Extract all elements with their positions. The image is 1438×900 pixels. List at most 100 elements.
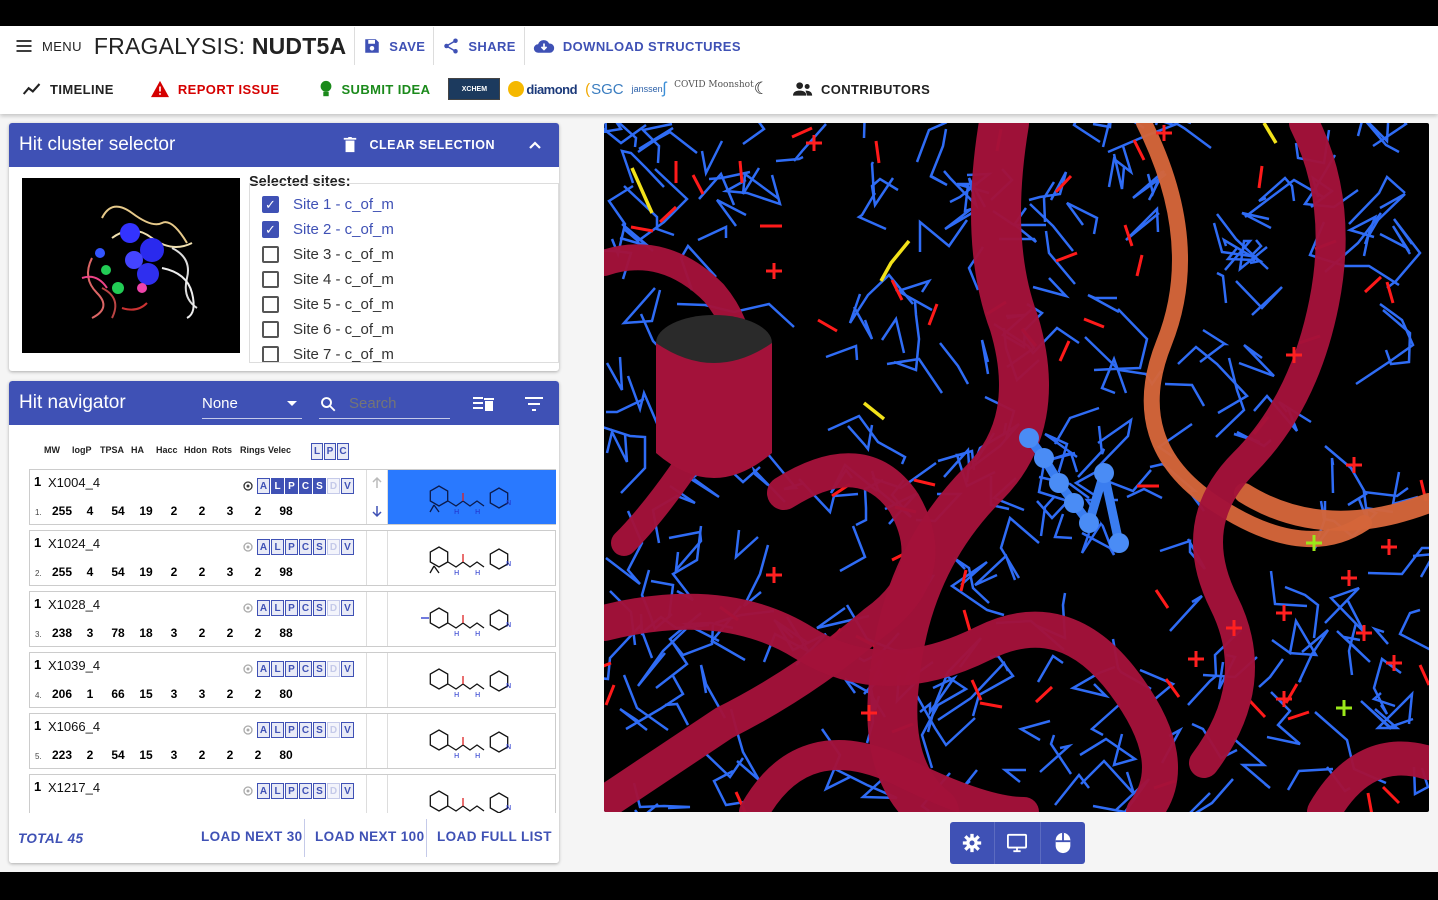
hit-toggle-l[interactable]: L <box>271 539 284 555</box>
arrow-down-icon[interactable] <box>367 504 387 518</box>
viewer-settings-button[interactable] <box>950 822 996 864</box>
hit-toggle-a[interactable]: A <box>257 478 270 494</box>
hit-structure-image[interactable]: H H N <box>388 470 556 524</box>
contributors-button[interactable]: CONTRIBUTORS <box>785 71 938 107</box>
menu-button[interactable]: MENU <box>6 28 90 64</box>
hit-toggle-p[interactable]: P <box>285 783 298 799</box>
site-row[interactable]: Site 4 - c_of_m <box>250 267 558 292</box>
hit-toggle-p[interactable]: P <box>285 600 298 616</box>
site-checkbox[interactable] <box>262 321 279 338</box>
target-icon[interactable] <box>242 663 254 675</box>
hit-toggle-a[interactable]: A <box>257 600 270 616</box>
hit-toggle-c[interactable]: C <box>299 539 312 555</box>
column-header[interactable]: Hdon <box>184 445 207 455</box>
hit-structure-image[interactable]: H H N <box>388 714 556 768</box>
hit-toggle-v[interactable]: V <box>341 600 354 616</box>
target-icon[interactable] <box>242 602 254 614</box>
hit-row[interactable]: 1 X1004_4 1. 255 4 54 19 2 2 3 2 98 A L P C S D V H H N <box>29 469 556 525</box>
hit-toggle-s[interactable]: S <box>313 539 326 555</box>
search-input[interactable] <box>349 395 444 412</box>
hit-toggle-s[interactable]: S <box>313 783 326 799</box>
hit-structure-image[interactable]: H H N <box>388 592 556 646</box>
hit-toggle-v[interactable]: V <box>341 722 354 738</box>
hit-toggle-c[interactable]: C <box>299 478 312 494</box>
hit-toggle-d[interactable]: D <box>327 478 340 494</box>
lpc-toggle[interactable]: P <box>324 443 336 460</box>
site-row[interactable]: ✓ Site 1 - c_of_m <box>250 192 558 217</box>
filter-select[interactable]: None <box>202 389 302 419</box>
site-checkbox[interactable]: ✓ <box>262 196 279 213</box>
clear-selection-button[interactable]: CLEAR SELECTION <box>343 137 495 153</box>
hit-toggle-s[interactable]: S <box>313 722 326 738</box>
lpc-toggle[interactable]: C <box>337 443 349 460</box>
hit-toggle-c[interactable]: C <box>299 722 312 738</box>
hit-toggle-l[interactable]: L <box>271 600 284 616</box>
site-checkbox[interactable]: ✓ <box>262 221 279 238</box>
submit-idea-button[interactable]: SUBMIT IDEA <box>311 71 438 107</box>
hit-row[interactable]: 1 X1066_4 5. 223 2 54 15 3 2 2 2 80 A L P C S D V H H N <box>29 713 556 769</box>
hit-toggle-c[interactable]: C <box>299 600 312 616</box>
hit-toggle-a[interactable]: A <box>257 783 270 799</box>
target-icon[interactable] <box>242 541 254 553</box>
hit-toggle-v[interactable]: V <box>341 478 354 494</box>
hit-toggle-a[interactable]: A <box>257 661 270 677</box>
timeline-button[interactable]: TIMELINE <box>14 71 122 107</box>
column-header[interactable]: logP <box>72 445 92 455</box>
load-next-100-button[interactable]: LOAD NEXT 100 <box>315 829 424 844</box>
hit-structure-image[interactable]: H H N <box>388 653 556 707</box>
hit-toggle-v[interactable]: V <box>341 783 354 799</box>
search-field[interactable] <box>319 389 450 419</box>
hit-toggle-p[interactable]: P <box>285 661 298 677</box>
viewer-mouse-button[interactable] <box>1041 822 1085 864</box>
hit-toggle-p[interactable]: P <box>285 539 298 555</box>
column-header[interactable]: Velec <box>268 445 291 455</box>
lpc-toggle[interactable]: L <box>311 443 323 460</box>
hit-toggle-d[interactable]: D <box>327 661 340 677</box>
column-header[interactable]: Rings <box>240 445 265 455</box>
hit-toggle-p[interactable]: P <box>285 478 298 494</box>
hit-toggle-d[interactable]: D <box>327 600 340 616</box>
column-header[interactable]: Rots <box>212 445 232 455</box>
hit-row[interactable]: 1 X1028_4 3. 238 3 78 18 3 2 2 2 88 A L P C S D V H H N <box>29 591 556 647</box>
hit-toggle-s[interactable]: S <box>313 600 326 616</box>
download-structures-button[interactable]: DOWNLOAD STRUCTURES <box>525 28 749 64</box>
column-header[interactable]: Hacc <box>156 445 178 455</box>
hit-toggle-s[interactable]: S <box>313 661 326 677</box>
hit-toggle-l[interactable]: L <box>271 783 284 799</box>
hit-toggle-v[interactable]: V <box>341 661 354 677</box>
report-issue-button[interactable]: REPORT ISSUE <box>142 71 288 107</box>
column-header[interactable]: TPSA <box>100 445 124 455</box>
save-button[interactable]: SAVE <box>355 28 433 64</box>
hit-row[interactable]: 1 X1039_4 4. 206 1 66 15 3 3 2 2 80 A L P C S D V H H N <box>29 652 556 708</box>
hit-toggle-l[interactable]: L <box>271 478 284 494</box>
target-icon[interactable] <box>242 785 254 797</box>
filter-list-icon[interactable] <box>524 396 544 412</box>
hit-toggle-p[interactable]: P <box>285 722 298 738</box>
site-checkbox[interactable] <box>262 296 279 313</box>
site-checkbox[interactable] <box>262 346 279 362</box>
sites-list[interactable]: ✓ Site 1 - c_of_m ✓ Site 2 - c_of_m Site 3 -… <box>249 183 559 363</box>
arrow-up-icon[interactable] <box>367 476 387 490</box>
hit-toggle-l[interactable]: L <box>271 661 284 677</box>
hit-structure-image[interactable]: H H N <box>388 531 556 585</box>
hit-toggle-c[interactable]: C <box>299 783 312 799</box>
column-header[interactable]: MW <box>44 445 60 455</box>
hit-toggle-d[interactable]: D <box>327 783 340 799</box>
hit-toggle-v[interactable]: V <box>341 539 354 555</box>
share-button[interactable]: SHARE <box>434 28 524 64</box>
site-row[interactable]: Site 6 - c_of_m <box>250 317 558 342</box>
chevron-up-icon[interactable] <box>527 137 543 153</box>
hit-toggle-l[interactable]: L <box>271 722 284 738</box>
hit-toggle-d[interactable]: D <box>327 539 340 555</box>
site-checkbox[interactable] <box>262 246 279 263</box>
hit-toggle-a[interactable]: A <box>257 539 270 555</box>
target-icon[interactable] <box>242 724 254 736</box>
target-icon[interactable] <box>242 480 254 492</box>
clear-filter-icon[interactable] <box>473 395 495 413</box>
hit-row[interactable]: 1 X1024_4 2. 255 4 54 19 2 2 3 2 98 A L P C S D V H H N <box>29 530 556 586</box>
molecule-3d-viewer[interactable] <box>604 123 1429 812</box>
hit-toggle-c[interactable]: C <box>299 661 312 677</box>
hit-toggle-s[interactable]: S <box>313 478 326 494</box>
site-row[interactable]: ✓ Site 2 - c_of_m <box>250 217 558 242</box>
column-header[interactable]: HA <box>131 445 144 455</box>
